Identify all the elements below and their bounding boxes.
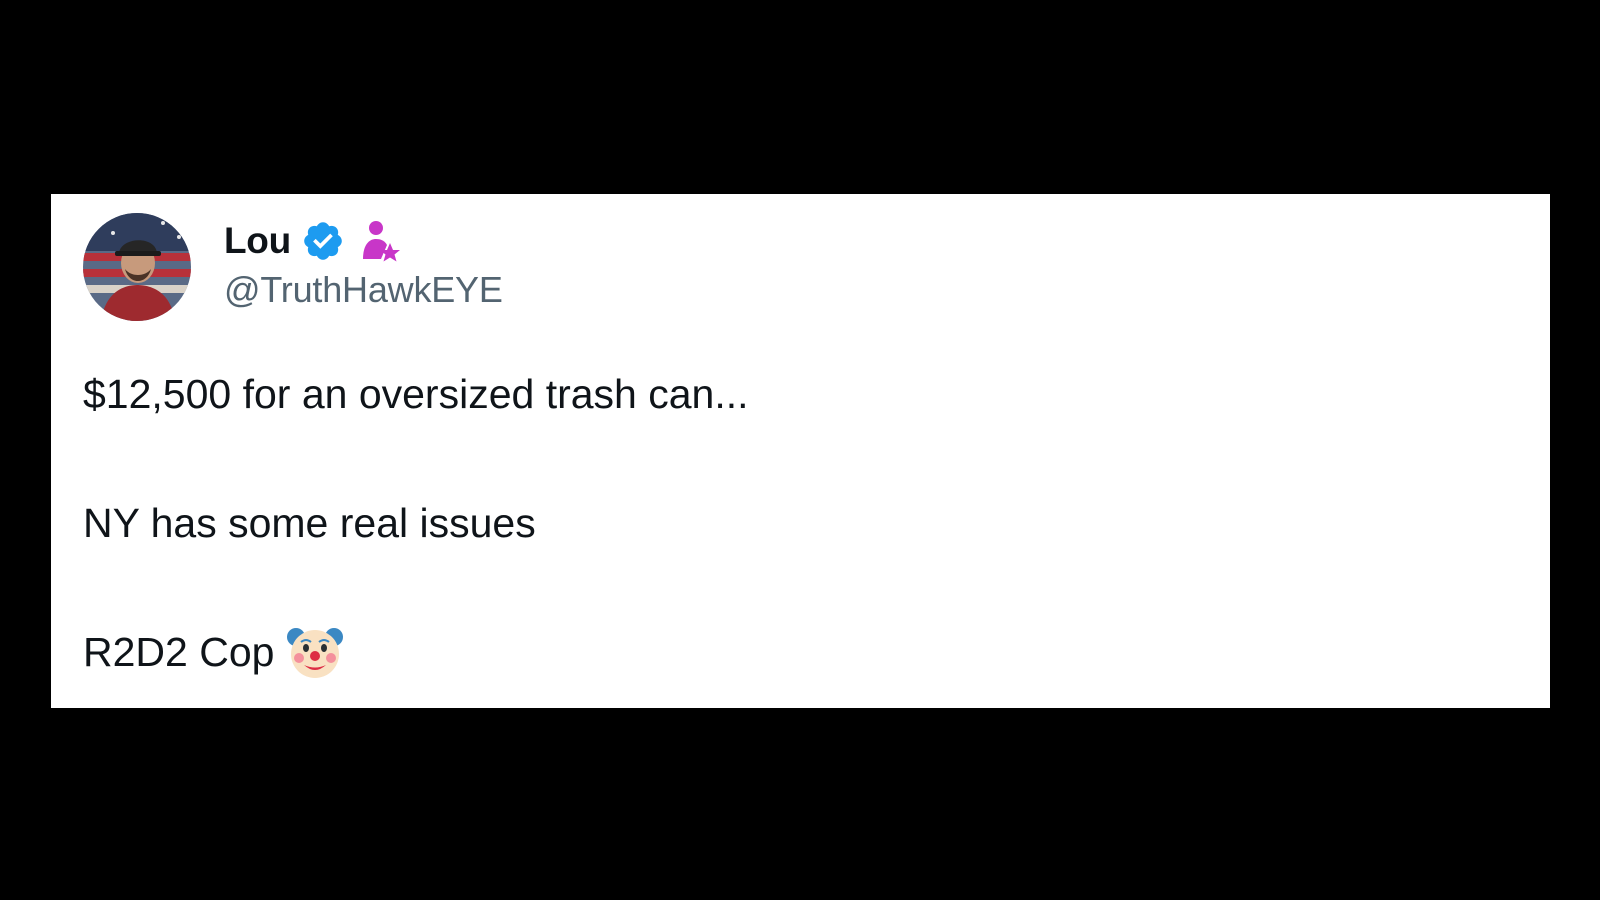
author-names: Lou @TruthHawkEYE [224, 213, 503, 311]
clown-face-icon [286, 623, 344, 681]
post-text: NY has some real issues [83, 500, 536, 546]
post-text: R2D2 Cop [83, 629, 275, 675]
affiliate-person-star-icon[interactable] [359, 219, 401, 263]
avatar-image [83, 213, 191, 321]
user-handle[interactable]: @TruthHawkEYE [224, 269, 503, 311]
post-text-line-1: $12,500 for an oversized trash can... [83, 370, 1518, 418]
post-text: $12,500 for an oversized trash can... [83, 371, 749, 417]
verified-badge-icon[interactable] [301, 219, 345, 263]
screenshot-frame: Lou @TruthHawkEYE $12,500 for an oversiz… [0, 0, 1600, 900]
post-card[interactable]: Lou @TruthHawkEYE $12,500 for an oversiz… [51, 194, 1550, 708]
post-text-line-3: R2D2 Cop [83, 628, 1518, 678]
display-name[interactable]: Lou [224, 220, 291, 262]
avatar[interactable] [83, 213, 191, 321]
post-header: Lou @TruthHawkEYE [83, 213, 503, 321]
post-body: $12,500 for an oversized trash can... NY… [83, 370, 1518, 678]
post-text-line-2: NY has some real issues [83, 499, 1518, 547]
name-row: Lou [224, 215, 503, 267]
